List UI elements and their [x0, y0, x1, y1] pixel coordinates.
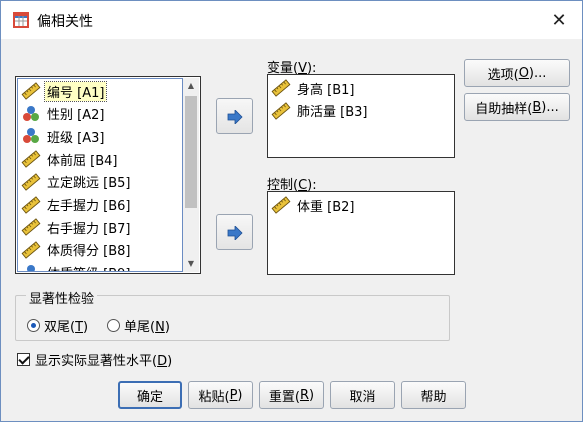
- source-variable-list[interactable]: 编号 [A1] 性别 [A2] 班级 [A3] 体前屈 [B4] 立定跳远 [B5] 左手…: [15, 76, 201, 274]
- controls-list[interactable]: 体重 [B2]: [267, 191, 455, 275]
- flag-significance-checkbox[interactable]: 显示实际显著性水平(D): [17, 350, 172, 369]
- source-list-items: 编号 [A1] 性别 [A2] 班级 [A3] 体前屈 [B4] 立定跳远 [B5] 左手…: [17, 78, 183, 272]
- ruler-icon: [271, 79, 291, 97]
- reset-button[interactable]: 重置(R): [259, 381, 324, 409]
- list-item-label: 右手握力 [B7]: [47, 221, 131, 237]
- list-item[interactable]: 体前屈 [B4]: [21, 148, 119, 170]
- arrow-right-icon: [227, 110, 243, 124]
- list-item-label: 肺活量 [B3]: [297, 105, 368, 120]
- ruler-icon: [271, 196, 291, 214]
- list-item[interactable]: 班级 [A3]: [21, 125, 106, 147]
- list-item-label: 体重 [B2]: [297, 199, 355, 215]
- controls-list-items: 体重 [B2]: [268, 192, 454, 274]
- scroll-thumb[interactable]: [185, 96, 197, 208]
- list-item[interactable]: 身高 [B1]: [271, 77, 356, 99]
- ruler-icon: [21, 195, 41, 214]
- ruler-icon: [21, 173, 41, 191]
- variables-list[interactable]: 身高 [B1] 肺活量 [B3]: [267, 74, 455, 158]
- ruler-icon: [21, 150, 41, 168]
- scroll-down-icon[interactable]: ▼: [183, 256, 199, 272]
- app-icon: [13, 12, 29, 28]
- nominal-icon: [21, 264, 41, 271]
- ok-button[interactable]: 确定: [118, 381, 182, 409]
- ruler-icon: [21, 241, 41, 259]
- bootstrap-button[interactable]: 自助抽样(B)...: [464, 93, 570, 121]
- nominal-icon: [21, 127, 41, 145]
- list-item[interactable]: 左手握力 [B6]: [21, 194, 132, 216]
- move-to-controls-button[interactable]: [216, 214, 253, 250]
- nominal-icon: [21, 105, 41, 123]
- list-item-label: 左手握力 [B6]: [47, 199, 131, 214]
- checkbox-checked-icon: [17, 353, 30, 366]
- list-item[interactable]: 肺活量 [B3]: [271, 100, 369, 122]
- scroll-up-icon[interactable]: ▲: [183, 78, 199, 94]
- cancel-button[interactable]: 取消: [330, 381, 395, 409]
- list-item[interactable]: 体质得分 [B8]: [21, 239, 132, 261]
- list-item-label: 班级 [A3]: [47, 130, 105, 146]
- significance-group-title: 显著性检验: [26, 288, 98, 307]
- list-item-label: 编号 [A1]: [43, 80, 108, 102]
- title-bar: 偏相关性 ✕: [1, 1, 582, 39]
- move-to-variables-button[interactable]: [216, 98, 253, 134]
- ruler-icon: [271, 101, 291, 120]
- list-item-label: 性别 [A2]: [47, 108, 105, 124]
- radio-selected-icon: [27, 319, 40, 332]
- list-item[interactable]: 体质等级 [B9]: [21, 262, 132, 271]
- list-item[interactable]: 性别 [A2]: [21, 103, 106, 125]
- variables-list-items: 身高 [B1] 肺活量 [B3]: [268, 75, 454, 157]
- list-item-label: 体前屈 [B4]: [47, 153, 118, 169]
- ruler-icon: [21, 82, 41, 100]
- dialog-title: 偏相关性: [37, 14, 93, 30]
- source-list-scrollbar[interactable]: ▲ ▼: [183, 78, 199, 272]
- list-item-label: 体质得分 [B8]: [47, 244, 131, 260]
- list-item[interactable]: 右手握力 [B7]: [21, 216, 132, 238]
- help-button[interactable]: 帮助: [401, 381, 466, 409]
- list-item[interactable]: 体重 [B2]: [271, 194, 356, 216]
- two-tailed-radio[interactable]: 双尾(T): [27, 316, 88, 335]
- arrow-right-icon: [227, 226, 243, 240]
- list-item[interactable]: 立定跳远 [B5]: [21, 171, 132, 193]
- list-item-label: 立定跳远 [B5]: [47, 176, 131, 192]
- list-item-label: 体质等级 [B9]: [45, 263, 132, 271]
- close-icon: ✕: [551, 9, 567, 31]
- partial-correlations-dialog: 偏相关性 ✕ 编号 [A1] 性别 [A2] 班级 [A3] 体前屈 [B4] 立定跳远…: [0, 0, 583, 422]
- list-item[interactable]: 编号 [A1]: [21, 80, 108, 102]
- paste-button[interactable]: 粘贴(P): [188, 381, 253, 409]
- list-item-label: 身高 [B1]: [297, 82, 355, 98]
- close-button[interactable]: ✕: [536, 1, 582, 39]
- options-button[interactable]: 选项(O)...: [464, 59, 570, 87]
- one-tailed-radio[interactable]: 单尾(N): [107, 316, 170, 335]
- ruler-icon: [21, 218, 41, 236]
- radio-unselected-icon: [107, 319, 120, 332]
